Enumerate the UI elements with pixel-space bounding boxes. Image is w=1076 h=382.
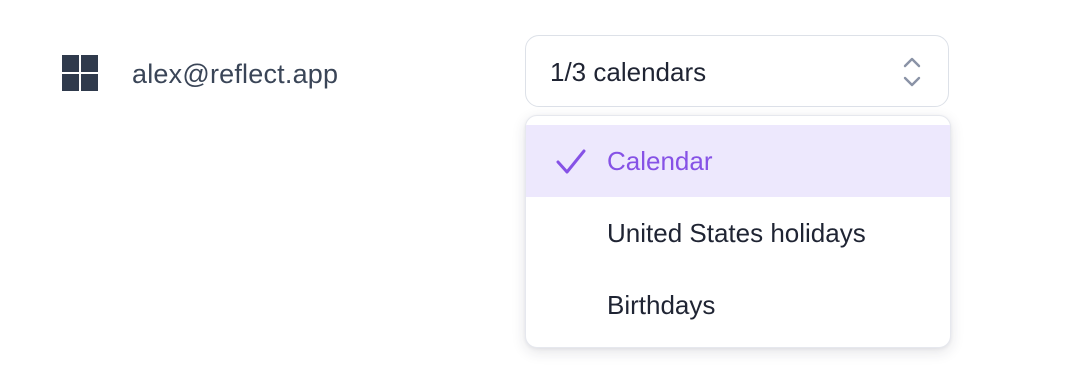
calendars-select-value: 1/3 calendars xyxy=(550,57,707,87)
menu-item-birthdays[interactable]: Birthdays xyxy=(526,269,950,341)
calendars-select[interactable]: 1/3 calendars xyxy=(525,35,949,107)
account-email: alex@reflect.app xyxy=(132,59,339,89)
menu-item-label: Calendar xyxy=(607,146,713,176)
calendars-dropdown-menu: Calendar United States holidays Birthday… xyxy=(525,115,951,348)
menu-item-calendar[interactable]: Calendar xyxy=(526,125,950,197)
chevron-up-down-icon xyxy=(903,57,921,87)
checkmark-icon xyxy=(556,149,586,174)
menu-item-label: Birthdays xyxy=(607,290,716,320)
menu-item-united-states-holidays[interactable]: United States holidays xyxy=(526,197,950,269)
calendar-settings-row: alex@reflect.app 1/3 calendars Calendar … xyxy=(0,0,1076,382)
menu-item-label: United States holidays xyxy=(607,218,866,248)
microsoft-icon xyxy=(62,55,98,91)
